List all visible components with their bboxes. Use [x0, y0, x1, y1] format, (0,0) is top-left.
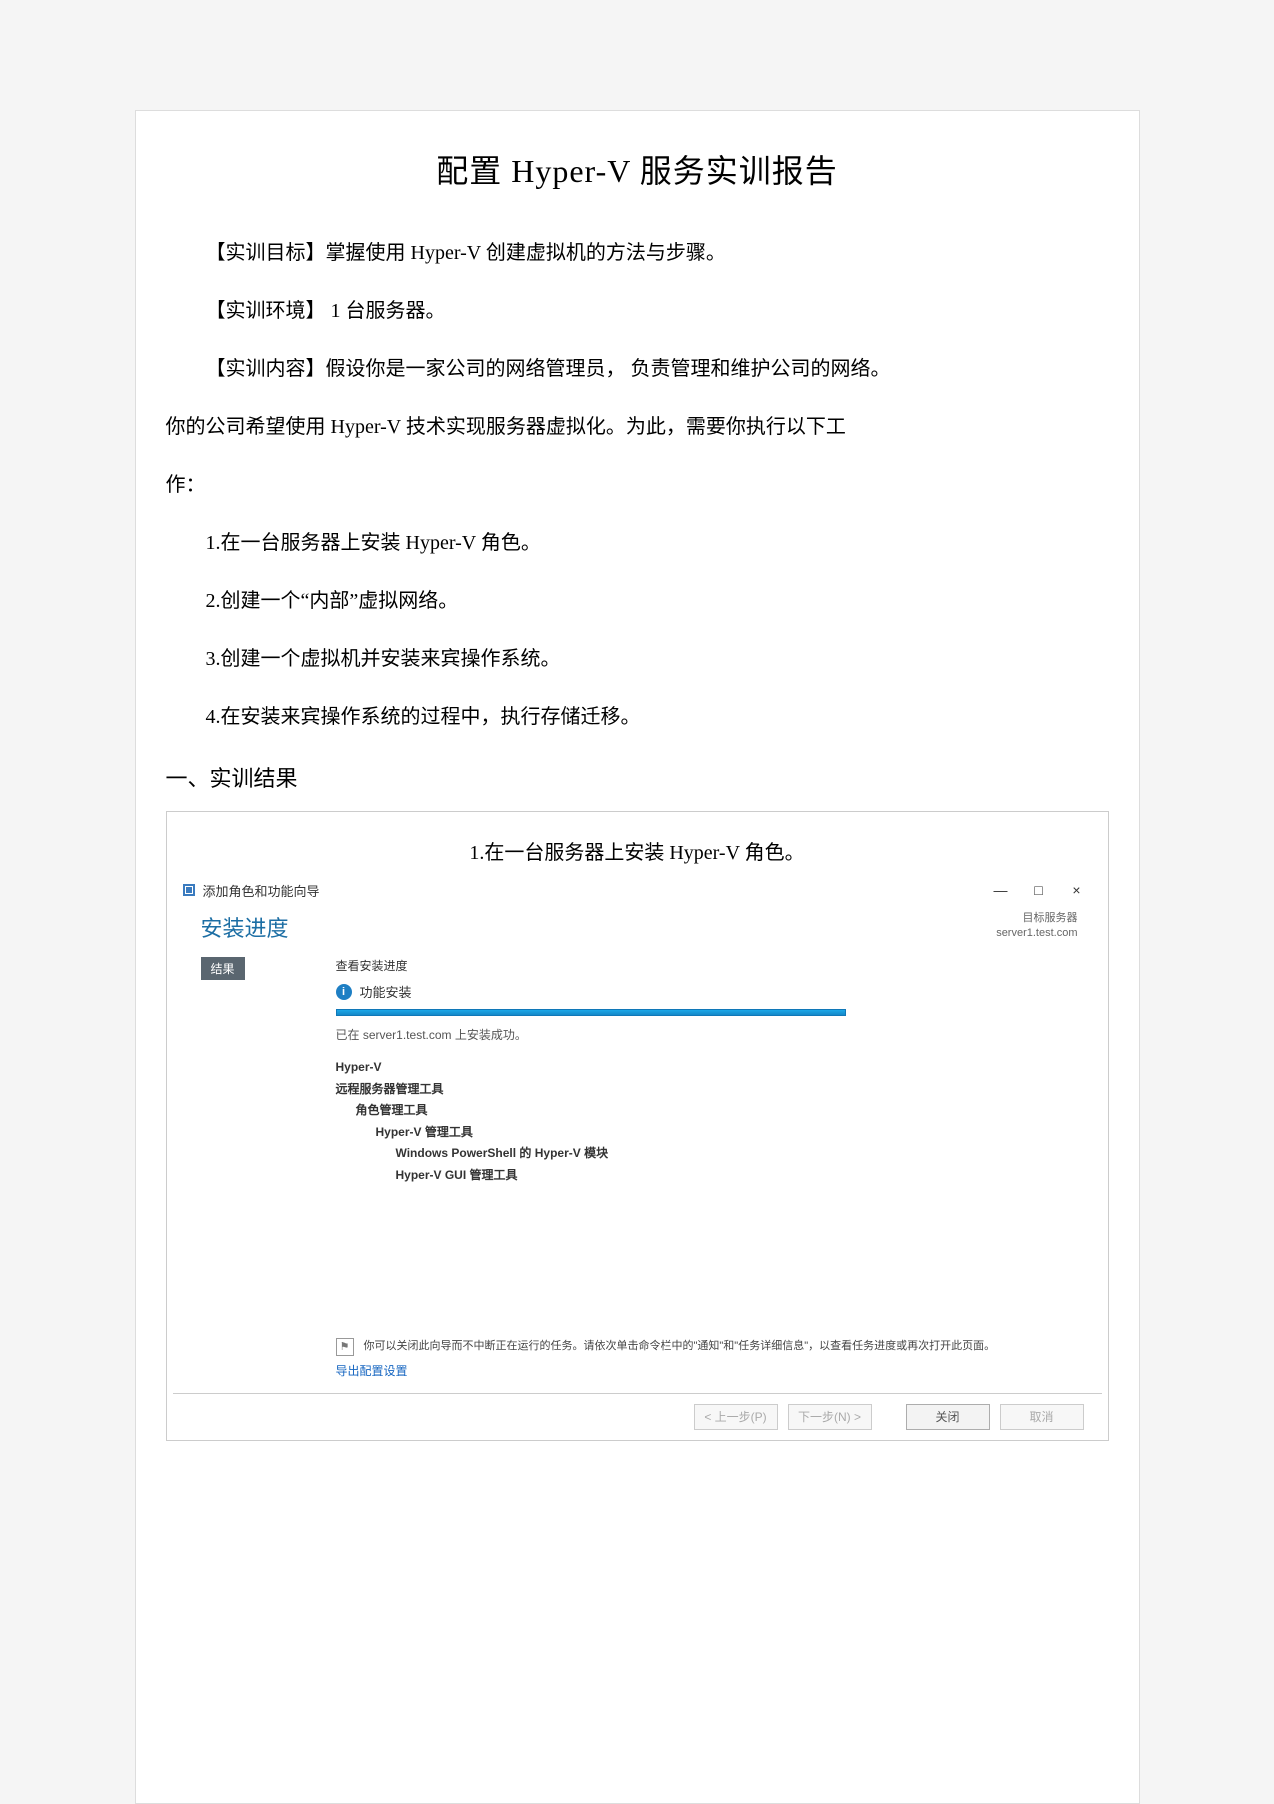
list-item-2: 2.创建一个“内部”虚拟网络。 [166, 575, 1109, 627]
note-text: 你可以关闭此向导而不中断正在运行的任务。请依次单击命令栏中的"通知"和"任务详细… [364, 1337, 996, 1353]
section-heading-1: 一、实训结果 [166, 761, 1109, 793]
document-page: 配置 Hyper-V 服务实训报告 【实训目标】掌握使用 Hyper-V 创建虚… [135, 110, 1140, 1804]
wizard-window: 添加角色和功能向导 — □ × 安装进度 目标服务器 server1.test.… [173, 875, 1102, 1440]
target-label: 目标服务器 [996, 911, 1077, 926]
tree-node: Windows PowerShell 的 Hyper-V 模块 [336, 1143, 1080, 1165]
info-icon: i [336, 984, 352, 1000]
wizard-heading: 安装进度 [201, 911, 997, 943]
para-env: 【实训环境】 1 台服务器。 [166, 285, 1109, 337]
tree-node: Hyper-V 管理工具 [336, 1122, 1080, 1144]
tree-node: Hyper-V [336, 1057, 1080, 1079]
wizard-body: 结果 查看安装进度 i 功能安装 已在 server1.test.com 上安装… [173, 951, 1102, 1393]
list-item-3: 3.创建一个虚拟机并安装来宾操作系统。 [166, 633, 1109, 685]
list-item-1: 1.在一台服务器上安装 Hyper-V 角色。 [166, 517, 1109, 569]
close-button[interactable]: × [1060, 879, 1094, 901]
export-settings-link[interactable]: 导出配置设置 [336, 1362, 408, 1379]
para-goal: 【实训目标】掌握使用 Hyper-V 创建虚拟机的方法与步骤。 [166, 227, 1109, 279]
para-content-c: 作： [166, 459, 1109, 511]
window-title: 添加角色和功能向导 [203, 881, 984, 900]
install-tree: Hyper-V 远程服务器管理工具 角色管理工具 Hyper-V 管理工具 Wi… [336, 1057, 1080, 1187]
tree-node: 角色管理工具 [336, 1100, 1080, 1122]
view-progress-label: 查看安装进度 [336, 957, 1080, 974]
doc-title: 配置 Hyper-V 服务实训报告 [166, 146, 1109, 192]
cancel-button[interactable]: 取消 [1000, 1404, 1084, 1430]
window-controls: — □ × [984, 879, 1094, 901]
progress-bar [336, 1009, 846, 1016]
wizard-header: 安装进度 目标服务器 server1.test.com [173, 905, 1102, 951]
note-row: ⚑ 你可以关闭此向导而不中断正在运行的任务。请依次单击命令栏中的"通知"和"任务… [336, 1337, 1080, 1356]
tree-node: 远程服务器管理工具 [336, 1079, 1080, 1101]
titlebar[interactable]: 添加角色和功能向导 — □ × [173, 875, 1102, 905]
app-icon [181, 882, 197, 898]
feature-install-label: 功能安装 [360, 982, 412, 1001]
wizard-sidebar: 结果 [201, 951, 326, 1393]
success-message: 已在 server1.test.com 上安装成功。 [336, 1026, 1080, 1043]
para-content-b: 你的公司希望使用 Hyper-V 技术实现服务器虚拟化。为此，需要你执行以下工 [166, 401, 1109, 453]
status-line: i 功能安装 [336, 982, 1080, 1001]
para-content-a: 【实训内容】假设你是一家公司的网络管理员， 负责管理和维护公司的网络。 [166, 343, 1109, 395]
list-item-4: 4.在安装来宾操作系统的过程中，执行存储迁移。 [166, 691, 1109, 743]
close-wizard-button[interactable]: 关闭 [906, 1404, 990, 1430]
target-server-block: 目标服务器 server1.test.com [996, 911, 1077, 942]
next-button[interactable]: 下一步(N) > [788, 1404, 872, 1430]
wizard-main: 查看安装进度 i 功能安装 已在 server1.test.com 上安装成功。… [326, 951, 1080, 1393]
target-value: server1.test.com [996, 926, 1077, 941]
sidebar-step-results[interactable]: 结果 [201, 957, 245, 980]
maximize-button[interactable]: □ [1022, 879, 1056, 901]
minimize-button[interactable]: — [984, 879, 1018, 901]
wizard-footer: < 上一步(P) 下一步(N) > 关闭 取消 [173, 1393, 1102, 1440]
screenshot-caption: 1.在一台服务器上安装 Hyper-V 角色。 [173, 836, 1102, 865]
screenshot-frame: 1.在一台服务器上安装 Hyper-V 角色。 添加角色和功能向导 — □ × … [166, 811, 1109, 1441]
prev-button[interactable]: < 上一步(P) [694, 1404, 778, 1430]
flag-icon: ⚑ [336, 1338, 354, 1356]
tree-node: Hyper-V GUI 管理工具 [336, 1165, 1080, 1187]
